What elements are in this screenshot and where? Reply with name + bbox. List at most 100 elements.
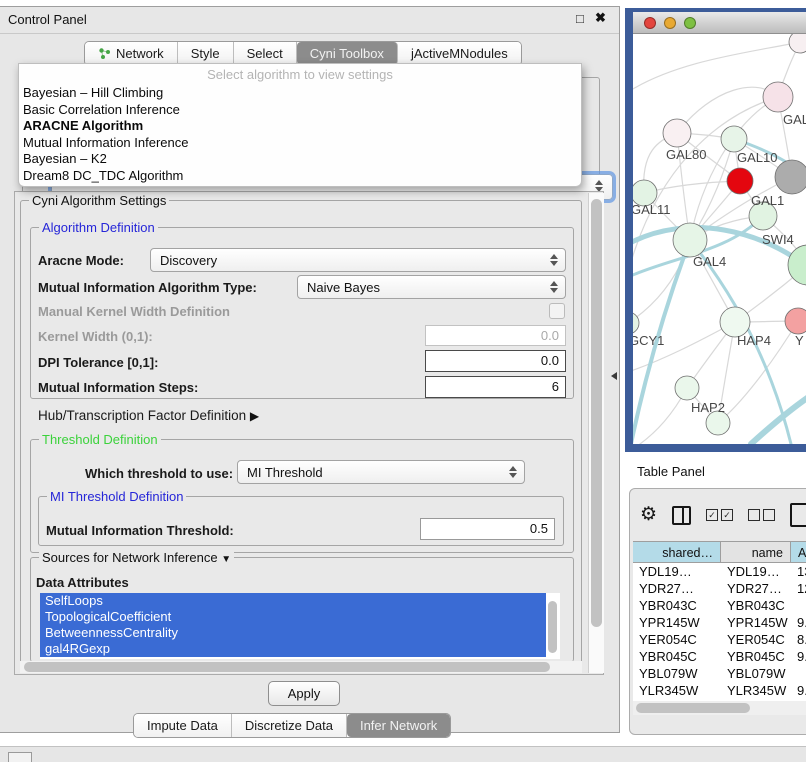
table-cell: YLR345W [633,682,721,699]
popup-hint: Select algorithm to view settings [19,64,581,85]
network-canvas[interactable]: GALGAL80GAL10GAL1GAL11SWI4GAL4GCY1HAP4YH… [633,34,806,444]
table-row[interactable]: YBR045CYBR045C9. [633,648,806,665]
mi-steps-field[interactable]: 6 [425,376,566,398]
tab-style[interactable]: Style [178,42,234,65]
hub-definition-label[interactable]: Hub/Transcription Factor Definition ▶ [38,408,259,423]
aracne-mode-label: Aracne Mode: [38,253,124,268]
list-vscrollbar-thumb[interactable] [548,601,557,653]
table-row[interactable]: YDR27…YDR27…12 [633,580,806,597]
table-body: YDL19…YDL19…13YDR27…YDR27…12YBR043CYBR04… [633,563,806,703]
table-cell: YBR045C [721,648,791,665]
disclosure-right-icon: ▶ [250,409,259,423]
network-node[interactable] [673,223,707,257]
table-hscrollbar[interactable] [633,701,806,715]
node-table: shared…nameA YDL19…YDL19…13YDR27…YDR27…1… [633,541,806,703]
aracne-mode-combo[interactable]: Discovery [150,248,566,272]
popup-item-mutual-information-inference[interactable]: Mutual Information Inference [19,135,581,152]
column-header-shared[interactable]: shared… [633,541,721,563]
popup-item-aracne-algorithm[interactable]: ARACNE Algorithm [19,118,581,135]
zoom-traffic-light-icon[interactable] [684,17,696,29]
tab-label: Impute Data [147,718,218,733]
tab-label: Style [191,46,220,61]
sources-title[interactable]: Sources for Network Inference ▼ [39,550,234,565]
table-panel-title: Table Panel [637,464,705,479]
settings-hscrollbar-thumb[interactable] [24,662,550,672]
list-item[interactable]: TopologicalCoefficient [40,609,546,625]
minimize-traffic-light-icon[interactable] [664,17,676,29]
spinner-arrows-icon [505,466,521,478]
network-node[interactable] [721,126,747,152]
columns-icon[interactable] [672,506,691,525]
table-cell: YER054C [633,631,721,648]
network-node[interactable] [775,160,806,194]
close-icon[interactable]: ✖ [595,10,606,26]
popup-item-bayesian-hill-climbing[interactable]: Bayesian – Hill Climbing [19,85,581,102]
file-icon[interactable] [790,503,806,527]
tab-select[interactable]: Select [234,42,297,65]
network-canvas-area[interactable]: GALGAL80GAL10GAL1GAL11SWI4GAL4GCY1HAP4YH… [633,34,806,444]
tab-network[interactable]: Network [85,42,178,65]
network-edge [677,87,778,133]
tab-infer-network[interactable]: Infer Network [347,714,450,737]
dpi-tolerance-field[interactable]: 0.0 [425,350,566,372]
table-row[interactable]: YBR043CYBR043C [633,597,806,614]
table-row[interactable]: YPR145WYPR145W9. [633,614,806,631]
data-attributes-list[interactable]: SelfLoopsTopologicalCoefficientBetweenne… [40,593,560,659]
manual-kernel-checkbox[interactable] [549,303,565,319]
tab-label: Select [247,46,283,61]
network-node[interactable] [727,168,753,194]
kernel-width-label: Kernel Width (0,1): [38,329,153,344]
network-node[interactable] [663,119,691,147]
table-row[interactable]: YER054CYER054C8. [633,631,806,648]
algorithm-definition-title: Algorithm Definition [39,220,158,235]
tab-label: Network [116,46,164,61]
which-threshold-combo[interactable]: MI Threshold [237,460,525,484]
network-node[interactable] [675,376,699,400]
column-header-a[interactable]: A [791,541,806,563]
apply-button[interactable]: Apply [268,681,340,706]
bottom-strip [0,746,806,762]
table-row[interactable]: YLR345WYLR345W9. [633,682,806,699]
unchecked-box-icon [763,509,775,521]
aracne-mode-value: Discovery [151,253,546,268]
popup-item-basic-correlation-inference[interactable]: Basic Correlation Inference [19,102,581,119]
table-cell: YPR145W [633,614,721,631]
close-traffic-light-icon[interactable] [644,17,656,29]
settings-hscrollbar[interactable] [20,661,582,673]
tab-jactivemnodules[interactable]: jActiveMNodules [398,42,521,65]
table-row[interactable]: YDL19…YDL19…13 [633,563,806,580]
node-label: HAP4 [737,333,771,348]
table-cell: YLR345W [721,682,791,699]
table-hscrollbar-thumb[interactable] [636,703,750,713]
float-window-icon[interactable]: □ [576,11,584,26]
table-cell [791,665,806,682]
gear-icon[interactable]: ⚙ [640,505,657,525]
list-item[interactable]: gal4RGexp [40,641,546,657]
popup-item-bayesian-k2[interactable]: Bayesian – K2 [19,151,581,168]
settings-vscrollbar[interactable] [588,193,604,673]
table-toolbar: ⚙ ✓✓ [640,503,806,527]
spinner-arrows-icon [546,281,562,293]
network-node[interactable] [785,308,806,334]
tab-discretize-data[interactable]: Discretize Data [232,714,347,737]
tab-impute-data[interactable]: Impute Data [134,714,232,737]
network-node[interactable] [789,34,806,53]
mi-threshold-label: Mutual Information Threshold: [46,523,234,538]
list-item[interactable]: BetweennessCentrality [40,625,546,641]
table-row[interactable]: YBL079WYBL079W [633,665,806,682]
screen: Control Panel □ ✖ NetworkStyleSelectCyni… [0,0,806,762]
tab-cyni-toolbox[interactable]: Cyni Toolbox [297,42,398,65]
popup-item-dream8-dc-tdc-algorithm[interactable]: Dream8 DC_TDC Algorithm [19,168,581,185]
network-node[interactable] [763,82,793,112]
list-item[interactable]: SelfLoops [40,593,546,609]
column-header-name[interactable]: name [721,541,791,563]
settings-vscrollbar-thumb[interactable] [591,199,602,627]
kernel-width-field[interactable]: 0.0 [425,325,566,346]
disclosure-down-icon: ▼ [221,554,231,565]
table-cell: YDL19… [633,563,721,580]
unchecked-pair-icon[interactable] [748,509,775,521]
mi-type-combo[interactable]: Naive Bayes [297,275,566,299]
data-attributes-label: Data Attributes [36,575,129,590]
checked-pair-icon[interactable]: ✓✓ [706,509,733,521]
mi-threshold-field[interactable]: 0.5 [420,518,555,540]
